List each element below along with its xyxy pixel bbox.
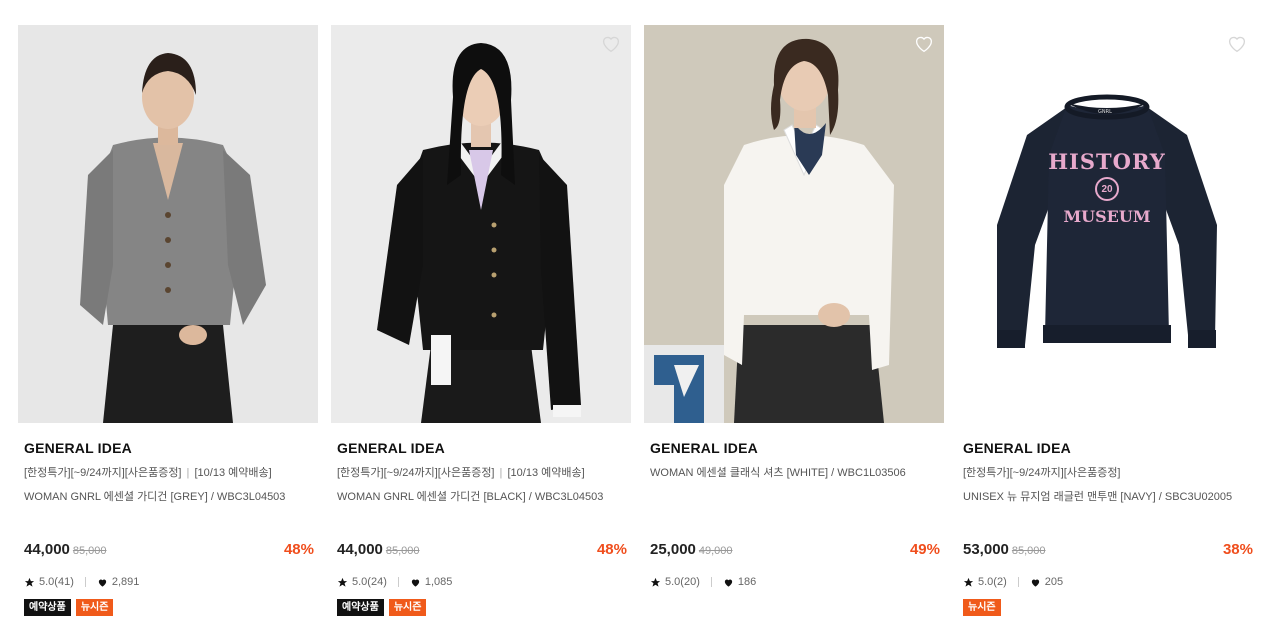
wishlist-button[interactable] [914,35,934,53]
product-image[interactable]: GNRL HISTORY 20 MUSEUM [957,25,1257,423]
product-image[interactable] [644,25,944,423]
like-count: 2,891 [111,576,140,588]
brand-name[interactable]: GENERAL IDEA [963,440,1253,458]
product-info[interactable]: GENERAL IDEA [한정특가][~9/24까지][사은품증정] | [1… [24,440,314,503]
promo-text: [한정특가][~9/24까지][사은품증정] | [10/13 예약배송] [337,464,627,479]
woman-white-shirt-photo [644,25,944,423]
discount-rate: 38% [1222,541,1253,558]
rating-text: 5.0(20) [665,576,700,588]
promo-text: [한정특가][~9/24까지][사은품증정] | [10/13 예약배송] [24,464,314,479]
price-row: 53,000 85,000 38% [963,541,1253,559]
brand-name[interactable]: GENERAL IDEA [650,440,940,458]
original-price: 85,000 [72,545,107,557]
promo-extra: [10/13 예약배송] [194,467,272,479]
heart-filled-icon [411,579,420,587]
heart-filled-icon [98,579,107,587]
tag-new-season: 뉴시즌 [75,599,114,616]
discount-rate: 48% [283,541,314,558]
tag-list: 예약상품 뉴시즌 [24,599,114,616]
divider [84,577,86,587]
promo-separator: | [183,467,193,479]
heart-filled-icon [1031,579,1039,587]
like-count: 186 [737,576,757,588]
promo-label: [한정특가][~9/24까지][사은품증정] [24,467,182,479]
product-info[interactable]: GENERAL IDEA [한정특가][~9/24까지][사은품증정] | [1… [337,440,627,503]
discount-rate: 48% [596,541,627,558]
sale-price: 25,000 [650,541,696,558]
sale-price: 44,000 [24,541,70,558]
wishlist-button[interactable] [601,35,621,53]
review-meta: 5.0(20) 186 [650,575,756,589]
woman-black-cardigan-photo [331,25,631,423]
price-row: 44,000 85,000 48% [337,541,627,559]
divider [397,577,399,587]
star-icon [24,577,35,587]
sale-price: 53,000 [963,541,1009,558]
product-image[interactable] [18,25,318,423]
review-meta: 5.0(24) 1,085 [337,575,452,589]
promo-extra: [10/13 예약배송] [507,467,585,479]
product-image[interactable] [331,25,631,423]
wishlist-button[interactable] [1227,35,1247,53]
original-price: 85,000 [1011,545,1046,557]
divider [1017,577,1019,587]
star-icon [963,577,974,587]
product-card[interactable]: GENERAL IDEA [한정특가][~9/24까지][사은품증정] | [1… [18,25,318,635]
product-info[interactable]: GENERAL IDEA [한정특가][~9/24까지][사은품증정] UNIS… [963,440,1253,503]
woman-grey-cardigan-photo [18,25,318,423]
like-count: 1,085 [424,576,453,588]
tag-list: 뉴시즌 [963,599,1001,616]
product-info[interactable]: GENERAL IDEA WOMAN 에센셜 클래식 셔츠 [WHITE] / … [650,440,940,479]
product-grid: GENERAL IDEA [한정특가][~9/24까지][사은품증정] | [1… [0,0,1271,644]
rating-text: 5.0(41) [39,576,74,588]
heart-outline-icon [915,36,933,53]
product-card[interactable]: GNRL HISTORY 20 MUSEUM GENERAL IDEA [한정특… [957,25,1257,635]
product-name[interactable]: WOMAN 에센셜 클래식 셔츠 [WHITE] / WBC1L03506 [650,464,940,479]
price-row: 25,000 49,000 49% [650,541,940,559]
like-count: 205 [1044,576,1064,588]
heart-filled-icon [724,579,733,587]
heart-outline-icon [1228,36,1246,53]
brand-name[interactable]: GENERAL IDEA [24,440,314,458]
heart-outline-icon [602,36,620,53]
promo-text: [한정특가][~9/24까지][사은품증정] [963,467,1121,479]
product-name[interactable]: WOMAN GNRL 에센셜 가디건 [GREY] / WBC3L04503 [24,488,314,503]
original-price: 85,000 [385,545,420,557]
product-name[interactable]: UNISEX 뉴 뮤지엄 래글런 맨투맨 [NAVY] / SBC3U02005 [963,488,1253,503]
price-row: 44,000 85,000 48% [24,541,314,559]
divider [710,577,712,587]
sale-price: 44,000 [337,541,383,558]
star-icon [337,577,348,587]
promo-separator: | [496,467,506,479]
product-name[interactable]: WOMAN GNRL 에센셜 가디건 [BLACK] / WBC3L04503 [337,488,627,503]
navy-sweatshirt-photo [957,25,1257,423]
tag-preorder: 예약상품 [337,599,384,616]
rating-text: 5.0(24) [352,576,387,588]
product-card[interactable]: GENERAL IDEA [한정특가][~9/24까지][사은품증정] | [1… [331,25,631,635]
tag-new-season: 뉴시즌 [388,599,427,616]
promo-label: [한정특가][~9/24까지][사은품증정] [337,467,495,479]
review-meta: 5.0(2) 205 [963,575,1063,589]
product-card[interactable]: GENERAL IDEA WOMAN 에센셜 클래식 셔츠 [WHITE] / … [644,25,944,635]
original-price: 49,000 [698,545,733,557]
tag-preorder: 예약상품 [24,599,71,616]
discount-rate: 49% [909,541,940,558]
tag-new-season: 뉴시즌 [963,599,1001,616]
brand-name[interactable]: GENERAL IDEA [337,440,627,458]
star-icon [650,577,661,587]
review-meta: 5.0(41) 2,891 [24,575,139,589]
rating-text: 5.0(2) [978,576,1007,588]
tag-list: 예약상품 뉴시즌 [337,599,427,616]
